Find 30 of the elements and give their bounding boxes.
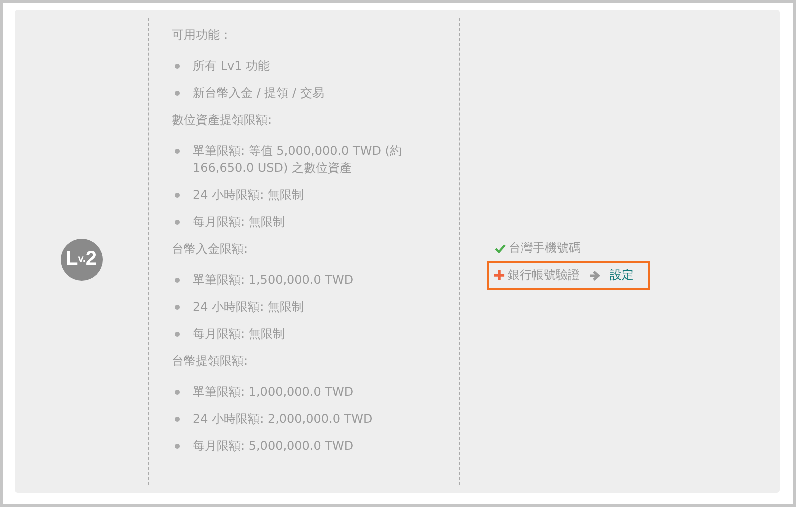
bullet-icon	[175, 390, 180, 395]
bullet-icon	[175, 91, 180, 96]
section-heading: 數位資產提領限額:	[172, 112, 274, 129]
bullet-icon	[175, 64, 180, 69]
limit-item: 所有 Lv1 功能	[193, 58, 270, 75]
bullet-icon	[175, 305, 180, 310]
requirement-label: 銀行帳號驗證	[508, 267, 580, 284]
section-heading: 可用功能：	[172, 27, 233, 44]
bullet-icon	[175, 193, 180, 198]
limit-item: 每月限額: 無限制	[193, 326, 285, 343]
bullet-icon	[175, 278, 180, 283]
bullet-icon	[175, 149, 180, 154]
section-heading: 台幣提領限額:	[172, 353, 250, 370]
bullet-icon	[175, 220, 180, 225]
bullet-icon	[175, 332, 180, 337]
limit-item: 24 小時限額: 無限制	[193, 187, 304, 204]
section-heading: 台幣入金限額:	[172, 241, 250, 258]
limit-item: 單筆限額: 1,500,000.0 TWD	[193, 272, 354, 289]
arrow-right-icon	[589, 270, 601, 282]
limit-item: 每月限額: 無限制	[193, 214, 285, 231]
limit-item: 24 小時限額: 無限制	[193, 299, 304, 316]
bullet-icon	[175, 417, 180, 422]
bullet-icon	[175, 444, 180, 449]
setup-link[interactable]: 設定	[610, 267, 634, 284]
limit-item: 每月限額: 5,000,000.0 TWD	[193, 438, 354, 455]
requirement-label: 台灣手機號碼	[509, 240, 581, 256]
limit-item: 單筆限額: 1,000,000.0 TWD	[193, 384, 354, 401]
limit-item: 24 小時限額: 2,000,000.0 TWD	[193, 411, 373, 428]
limit-item: 單筆限額: 等值 5,000,000.0 TWD (約 166,650.0 USD) 之數位資產	[193, 143, 403, 177]
limit-item: 新台幣入金 / 提領 / 交易	[193, 85, 324, 102]
